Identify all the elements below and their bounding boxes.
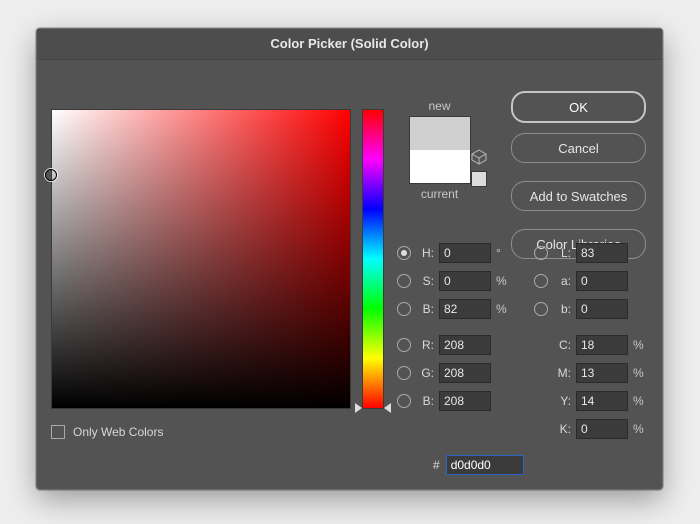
sv-cursor[interactable] <box>45 169 57 181</box>
input-h[interactable] <box>439 243 491 263</box>
unit-bv: % <box>496 302 510 316</box>
radio-h[interactable] <box>397 246 411 260</box>
hex-label: # <box>433 458 440 472</box>
add-to-swatches-button[interactable]: Add to Swatches <box>511 181 646 211</box>
label-bv: B: <box>416 302 434 316</box>
unit-y: % <box>633 394 647 408</box>
label-s: S: <box>416 274 434 288</box>
label-a: a: <box>553 274 571 288</box>
ok-button[interactable]: OK <box>511 91 646 123</box>
unit-k: % <box>633 422 647 436</box>
input-c[interactable] <box>576 335 628 355</box>
radio-g[interactable] <box>397 366 411 380</box>
input-a[interactable] <box>576 271 628 291</box>
radio-r[interactable] <box>397 338 411 352</box>
input-s[interactable] <box>439 271 491 291</box>
hue-handle-left[interactable] <box>355 403 362 413</box>
label-b: b: <box>553 302 571 316</box>
color-picker-dialog: Color Picker (Solid Color) new current O… <box>36 28 663 490</box>
label-y: Y: <box>553 394 571 408</box>
current-label: current <box>397 187 482 201</box>
radio-b[interactable] <box>534 302 548 316</box>
input-bc[interactable] <box>439 391 491 411</box>
label-bc: B: <box>416 394 434 408</box>
radio-bc[interactable] <box>397 394 411 408</box>
input-m[interactable] <box>576 363 628 383</box>
label-m: M: <box>553 366 571 380</box>
input-k[interactable] <box>576 419 628 439</box>
dialog-title: Color Picker (Solid Color) <box>37 29 662 60</box>
radio-l[interactable] <box>534 246 548 260</box>
only-web-colors-label: Only Web Colors <box>73 425 163 439</box>
label-k: K: <box>553 422 571 436</box>
only-web-colors-checkbox[interactable] <box>51 425 65 439</box>
unit-h: ° <box>496 246 510 260</box>
preview-square-icon[interactable] <box>471 171 487 187</box>
input-r[interactable] <box>439 335 491 355</box>
input-bv[interactable] <box>439 299 491 319</box>
label-l: L: <box>553 246 571 260</box>
cube-icon[interactable] <box>471 149 487 165</box>
hex-input[interactable] <box>446 455 524 475</box>
new-label: new <box>397 99 482 113</box>
unit-c: % <box>633 338 647 352</box>
color-swatches <box>409 116 471 184</box>
label-r: R: <box>416 338 434 352</box>
hue-slider[interactable] <box>362 109 384 409</box>
input-l[interactable] <box>576 243 628 263</box>
saturation-brightness-field[interactable] <box>51 109 351 409</box>
unit-m: % <box>633 366 647 380</box>
label-h: H: <box>416 246 434 260</box>
radio-a[interactable] <box>534 274 548 288</box>
input-b[interactable] <box>576 299 628 319</box>
new-color-swatch[interactable] <box>410 117 470 150</box>
radio-s[interactable] <box>397 274 411 288</box>
input-y[interactable] <box>576 391 628 411</box>
label-g: G: <box>416 366 434 380</box>
input-g[interactable] <box>439 363 491 383</box>
current-color-swatch[interactable] <box>410 150 470 183</box>
cancel-button[interactable]: Cancel <box>511 133 646 163</box>
hue-handle-right[interactable] <box>384 403 391 413</box>
label-c: C: <box>553 338 571 352</box>
radio-bv[interactable] <box>397 302 411 316</box>
unit-s: % <box>496 274 510 288</box>
